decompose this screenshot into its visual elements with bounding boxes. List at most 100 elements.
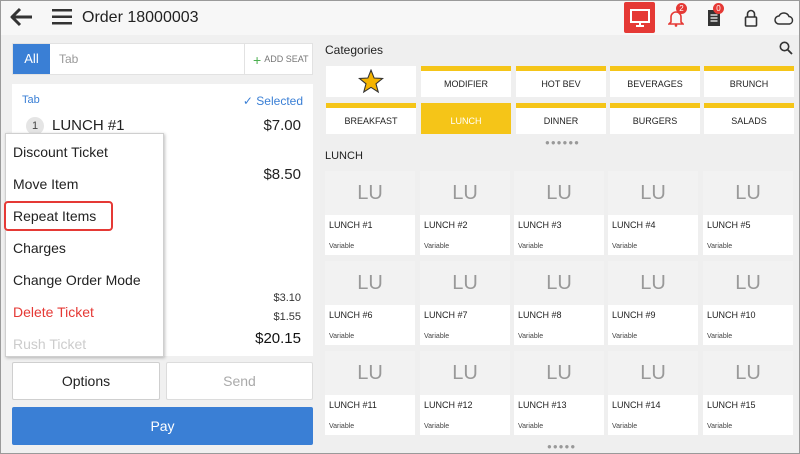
product-thumbnail: LU xyxy=(325,261,415,305)
categories-heading: Categories xyxy=(325,43,384,57)
tab-all[interactable]: All xyxy=(13,44,50,74)
product-thumbnail: LU xyxy=(420,171,510,215)
product-name: LUNCH #10 xyxy=(707,310,756,320)
total-amount: $20.15 xyxy=(255,330,301,347)
category-modifier[interactable]: MODIFIER xyxy=(421,66,511,97)
menu-item-charges[interactable]: Charges xyxy=(13,240,66,256)
ticket-item-price: $7.00 xyxy=(263,117,301,134)
product-tile[interactable]: LU LUNCH #4 Variable xyxy=(608,171,698,255)
product-tile[interactable]: LU LUNCH #3 Variable xyxy=(514,171,604,255)
ticket-item-price: $8.50 xyxy=(263,166,301,183)
product-thumbnail: LU xyxy=(703,261,793,305)
product-tile[interactable]: LU LUNCH #12 Variable xyxy=(420,351,510,435)
product-name: LUNCH #12 xyxy=(424,400,473,410)
cloud-sync-button[interactable] xyxy=(770,4,798,32)
product-tile[interactable]: LU LUNCH #8 Variable xyxy=(514,261,604,345)
product-tile[interactable]: LU LUNCH #7 Variable xyxy=(420,261,510,345)
product-thumbnail: LU xyxy=(703,171,793,215)
product-tile[interactable]: LU LUNCH #11 Variable xyxy=(325,351,415,435)
product-tile[interactable]: LU LUNCH #1 Variable xyxy=(325,171,415,255)
checkmark-icon: ✓ xyxy=(242,94,257,108)
category-burgers[interactable]: BURGERS xyxy=(610,103,700,134)
product-price-note: Variable xyxy=(612,243,638,250)
menu-item-move-item[interactable]: Move Item xyxy=(13,176,78,192)
category-page-dots[interactable]: ●●●●●● xyxy=(545,138,580,147)
options-button[interactable]: Options xyxy=(12,362,160,400)
product-name: LUNCH #4 xyxy=(612,220,656,230)
monitor-icon xyxy=(629,8,650,27)
options-menu: Discount Ticket Move Item Repeat Items C… xyxy=(5,133,164,357)
add-seat-button[interactable]: + ADD SEAT xyxy=(244,44,314,74)
notifications-count-badge: 2 xyxy=(676,3,687,14)
product-name: LUNCH #9 xyxy=(612,310,656,320)
lock-icon xyxy=(744,9,758,27)
product-thumbnail: LU xyxy=(325,351,415,395)
product-tile[interactable]: LU LUNCH #2 Variable xyxy=(420,171,510,255)
product-price-note: Variable xyxy=(424,333,450,340)
menu-item-delete-ticket[interactable]: Delete Ticket xyxy=(13,304,94,320)
plus-icon: + xyxy=(253,51,262,68)
category-lunch[interactable]: LUNCH xyxy=(421,103,511,134)
product-price-note: Variable xyxy=(329,333,355,340)
category-hot-bev[interactable]: HOT BEV xyxy=(516,66,606,97)
product-name: LUNCH #15 xyxy=(707,400,756,410)
product-thumbnail: LU xyxy=(420,261,510,305)
product-tile[interactable]: LU LUNCH #13 Variable xyxy=(514,351,604,435)
product-thumbnail: LU xyxy=(514,261,604,305)
selected-label: Selected xyxy=(256,94,303,108)
search-icon[interactable] xyxy=(779,41,793,55)
product-name: LUNCH #11 xyxy=(329,400,377,410)
product-thumbnail: LU xyxy=(325,171,415,215)
customer-display-button[interactable] xyxy=(624,2,655,33)
product-price-note: Variable xyxy=(612,423,638,430)
cloud-icon xyxy=(774,12,794,25)
ticket-tab-label: Tab xyxy=(22,94,40,106)
tab-bar: All Tab + ADD SEAT xyxy=(12,43,313,75)
product-thumbnail: LU xyxy=(420,351,510,395)
product-price-note: Variable xyxy=(518,243,544,250)
category-brunch[interactable]: BRUNCH xyxy=(704,66,794,97)
product-name: LUNCH #7 xyxy=(424,310,468,320)
tab-name-field[interactable]: Tab xyxy=(59,52,78,66)
ticket-item-name[interactable]: LUNCH #1 xyxy=(52,117,125,134)
product-tile[interactable]: LU LUNCH #9 Variable xyxy=(608,261,698,345)
tip-amount: $1.55 xyxy=(273,311,301,323)
product-name: LUNCH #2 xyxy=(424,220,468,230)
pay-button[interactable]: Pay xyxy=(12,407,313,445)
category-salads[interactable]: SALADS xyxy=(704,103,794,134)
product-price-note: Variable xyxy=(707,243,733,250)
product-tile[interactable]: LU LUNCH #6 Variable xyxy=(325,261,415,345)
category-beverages[interactable]: BEVERAGES xyxy=(610,66,700,97)
product-price-note: Variable xyxy=(518,423,544,430)
star-icon xyxy=(358,69,384,94)
product-price-note: Variable xyxy=(707,333,733,340)
order-title: Order 18000003 xyxy=(82,9,199,26)
tax-amount: $3.10 xyxy=(273,292,301,304)
product-name: LUNCH #1 xyxy=(329,220,373,230)
product-thumbnail: LU xyxy=(608,171,698,215)
product-name: LUNCH #5 xyxy=(707,220,751,230)
back-arrow-icon[interactable] xyxy=(10,6,34,28)
product-tile[interactable]: LU LUNCH #15 Variable xyxy=(703,351,793,435)
product-price-note: Variable xyxy=(707,423,733,430)
lock-button[interactable] xyxy=(737,4,765,32)
product-name: LUNCH #13 xyxy=(518,400,567,410)
send-button: Send xyxy=(166,362,313,400)
product-price-note: Variable xyxy=(329,423,355,430)
product-tile[interactable]: LU LUNCH #14 Variable xyxy=(608,351,698,435)
product-name: LUNCH #3 xyxy=(518,220,562,230)
menu-item-change-order-mode[interactable]: Change Order Mode xyxy=(13,272,141,288)
product-thumbnail: LU xyxy=(608,351,698,395)
product-thumbnail: LU xyxy=(608,261,698,305)
product-tile[interactable]: LU LUNCH #5 Variable xyxy=(703,171,793,255)
category-dinner[interactable]: DINNER xyxy=(516,103,606,134)
product-tile[interactable]: LU LUNCH #10 Variable xyxy=(703,261,793,345)
product-page-dots[interactable]: ●●●●● xyxy=(547,442,576,451)
selected-indicator[interactable]: ✓ Selected xyxy=(243,94,303,108)
category-favorites[interactable] xyxy=(326,66,416,97)
menu-item-rush-ticket: Rush Ticket xyxy=(13,336,87,352)
product-name: LUNCH #14 xyxy=(612,400,661,410)
category-breakfast[interactable]: BREAKFAST xyxy=(326,103,416,134)
menu-item-discount-ticket[interactable]: Discount Ticket xyxy=(13,144,108,160)
hamburger-menu-icon[interactable] xyxy=(52,8,72,26)
